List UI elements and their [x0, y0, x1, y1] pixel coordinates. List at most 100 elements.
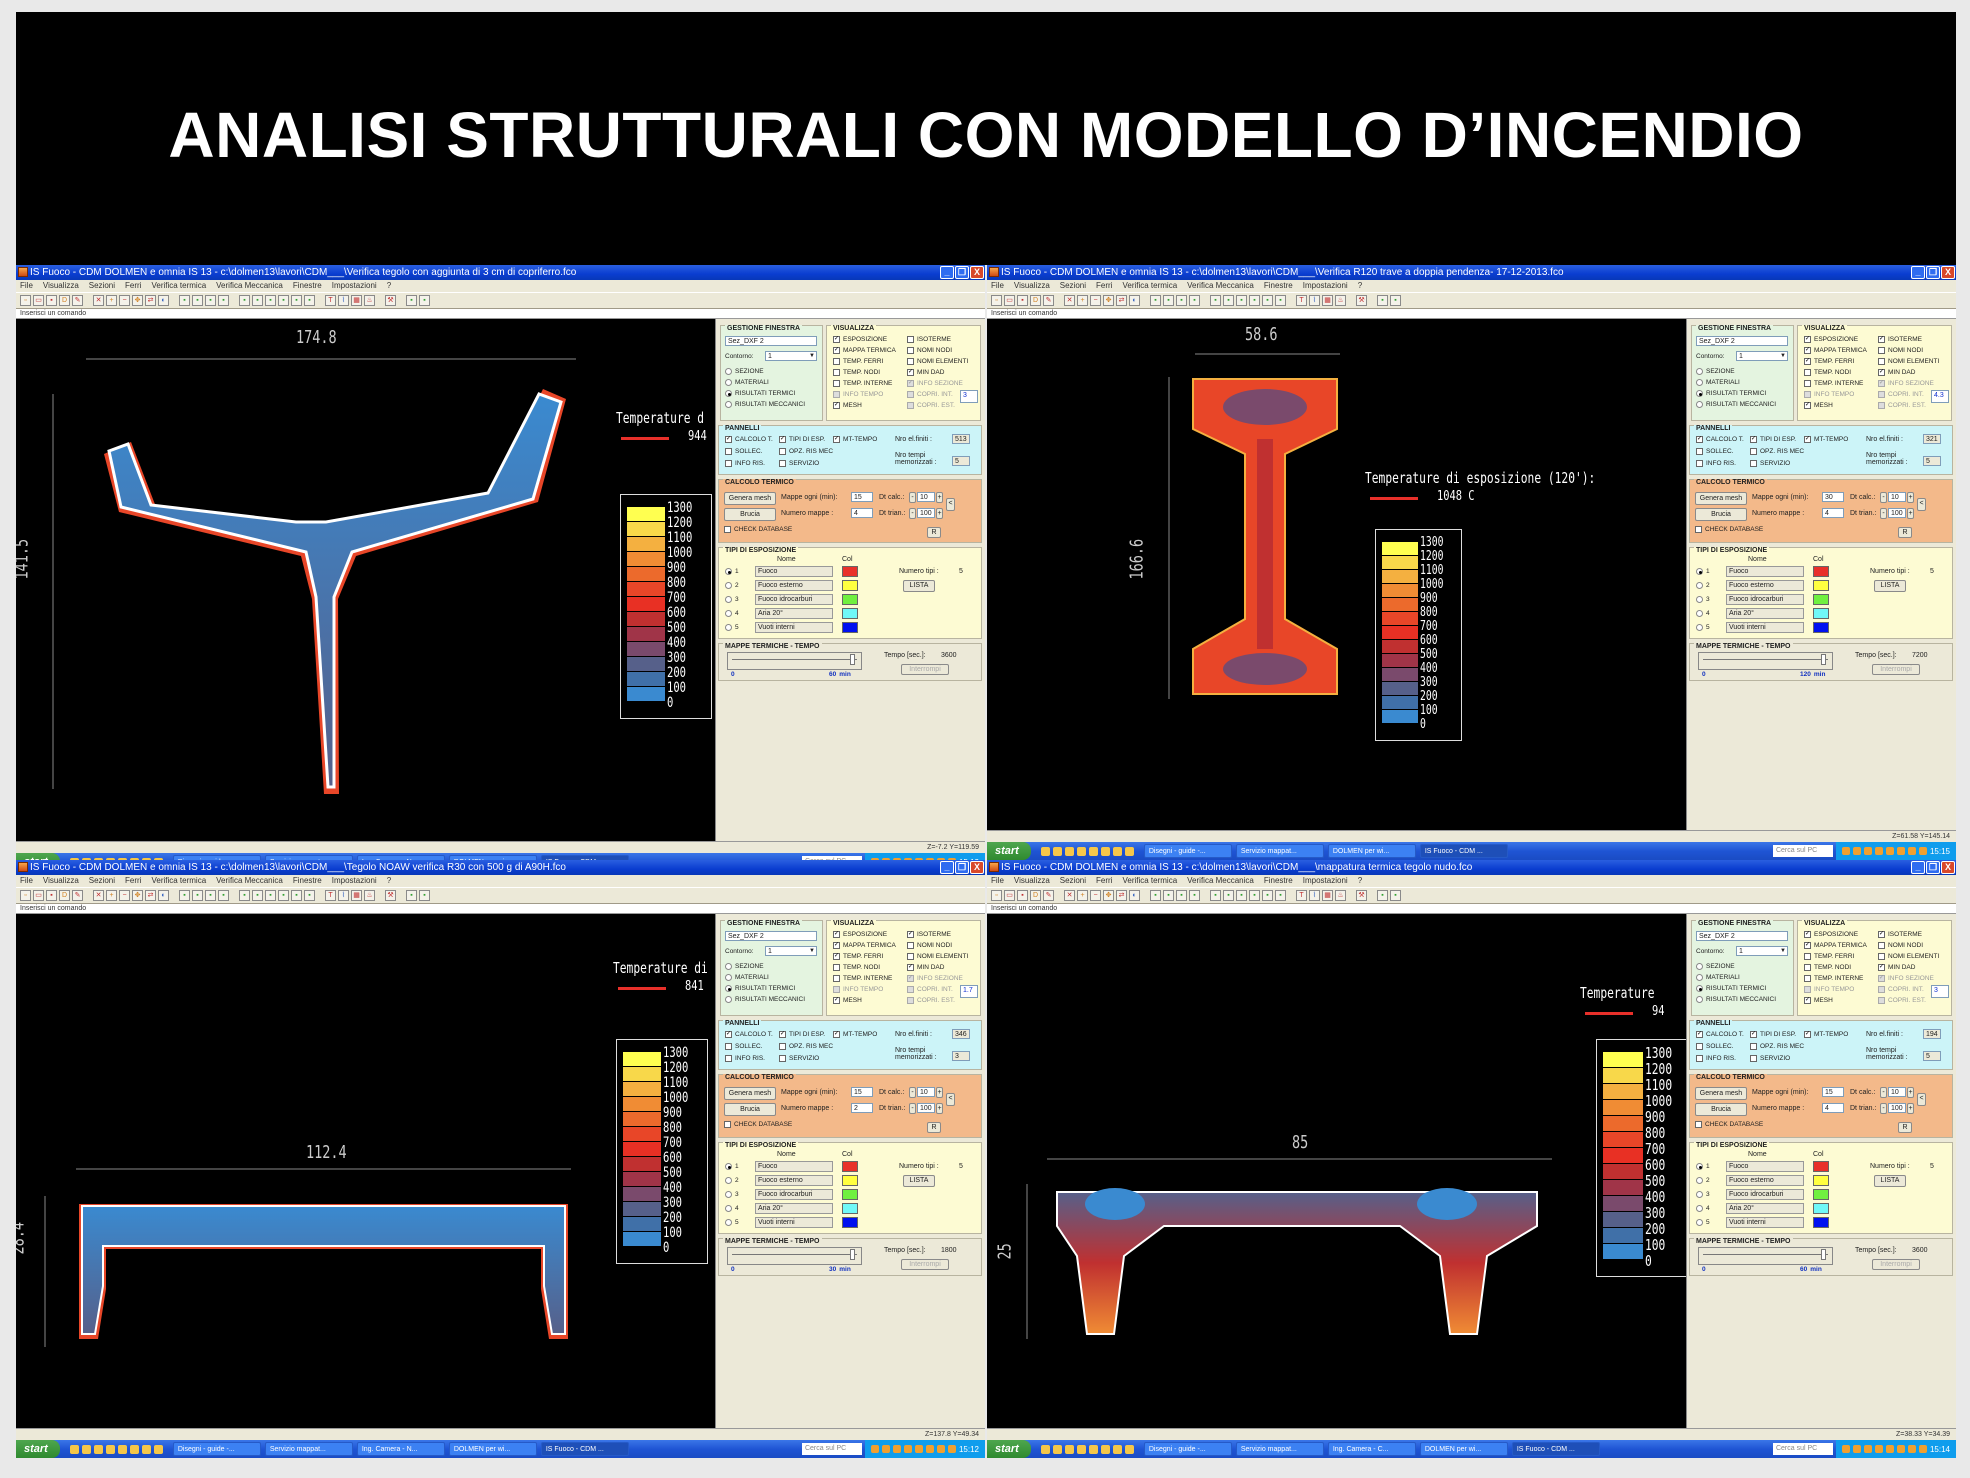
visualizza-option[interactable]: ✓ MESH: [1804, 997, 1833, 1004]
visualizza-option[interactable]: ✓ MAPPA TERMICA: [833, 942, 896, 949]
exposure-color-swatch[interactable]: [842, 566, 858, 577]
exposure-radio[interactable]: 4: [725, 610, 739, 617]
slider-thumb[interactable]: [850, 1249, 855, 1260]
checkbox[interactable]: ✓: [1804, 347, 1811, 354]
taskbar-task[interactable]: IS Fuoco - CDM ...: [1511, 1442, 1600, 1456]
n6-icon[interactable]: ▪: [304, 295, 315, 306]
view-radio[interactable]: SEZIONE: [725, 368, 764, 375]
lista-button[interactable]: LISTA: [903, 580, 935, 592]
n5-icon[interactable]: ▪: [291, 295, 302, 306]
menu-item[interactable]: Impostazioni: [1303, 280, 1348, 292]
menu-item[interactable]: File: [20, 875, 33, 887]
pannelli-option[interactable]: OPZ. RIS MEC: [779, 448, 833, 455]
view-radio[interactable]: MATERIALI: [725, 379, 769, 386]
dt-calc-input[interactable]: 10: [917, 492, 935, 502]
checkbox[interactable]: [725, 460, 732, 467]
visualizza-option[interactable]: ✓ MESH: [833, 402, 862, 409]
pannelli-option[interactable]: SOLLEC.: [1696, 1043, 1733, 1050]
view-radio[interactable]: RISULTATI MECCANICI: [1696, 401, 1776, 408]
radio-button[interactable]: [1696, 401, 1703, 408]
n1-icon[interactable]: ▪: [1210, 295, 1221, 306]
menu-item[interactable]: Ferri: [1096, 875, 1112, 887]
checkbox[interactable]: [779, 460, 786, 467]
shade-icon[interactable]: ◐: [158, 295, 169, 306]
checkbox[interactable]: ✓: [779, 436, 786, 443]
menu-item[interactable]: ?: [387, 875, 391, 887]
shade-icon[interactable]: ◐: [1129, 890, 1140, 901]
tray-icon[interactable]: [936, 1445, 945, 1453]
t1-icon[interactable]: ▪: [406, 295, 417, 306]
visualizza-option[interactable]: INFO TEMPO: [1804, 391, 1854, 398]
visualizza-option[interactable]: ✓ MAPPA TERMICA: [1804, 942, 1867, 949]
radio-button[interactable]: [725, 610, 732, 617]
checkbox[interactable]: [779, 1055, 786, 1062]
t1-icon[interactable]: ▪: [1377, 890, 1388, 901]
menu-item[interactable]: Visualizza: [43, 875, 79, 887]
exposure-radio[interactable]: 5: [725, 624, 739, 631]
checkbox[interactable]: ✓: [833, 1031, 840, 1038]
util-icon[interactable]: [129, 1444, 139, 1454]
menu-item[interactable]: Verifica termica: [1122, 280, 1177, 292]
start-button[interactable]: start: [987, 1440, 1031, 1458]
taskbar-task[interactable]: Servizio mappat...: [264, 1442, 353, 1456]
exposure-radio[interactable]: 3: [1696, 1191, 1710, 1198]
edit-icon[interactable]: ✎: [72, 295, 83, 306]
visualizza-option[interactable]: ISOTERME: [907, 336, 951, 343]
checkbox[interactable]: [725, 448, 732, 455]
numero-mappe-input[interactable]: 2: [851, 1103, 873, 1113]
mail-icon[interactable]: [1124, 846, 1134, 856]
checkbox[interactable]: [1695, 1121, 1702, 1128]
checkbox[interactable]: [1750, 1055, 1757, 1062]
minimize-button[interactable]: _: [940, 266, 954, 279]
checkbox[interactable]: ✓: [1804, 997, 1811, 1004]
tray-icon[interactable]: [1907, 1445, 1916, 1453]
view-radio[interactable]: MATERIALI: [725, 974, 769, 981]
zoom-all-icon[interactable]: ✕: [93, 890, 104, 901]
brucia-button[interactable]: Brucia: [724, 1103, 776, 1116]
pan-icon[interactable]: ✥: [1103, 295, 1114, 306]
ie-icon[interactable]: [69, 1444, 79, 1454]
open-icon[interactable]: ▭: [33, 295, 44, 306]
visualizza-option[interactable]: NOMI NODI: [1878, 347, 1923, 354]
n2-icon[interactable]: ▪: [1223, 295, 1234, 306]
checkbox[interactable]: [1696, 1055, 1703, 1062]
menu-item[interactable]: Verifica termica: [151, 875, 206, 887]
pannelli-option[interactable]: SERVIZIO: [779, 1055, 819, 1062]
radio-button[interactable]: [725, 582, 732, 589]
n3-icon[interactable]: ▪: [1236, 295, 1247, 306]
visualizza-option[interactable]: TEMP. NODI: [833, 369, 880, 376]
t1-icon[interactable]: ▪: [406, 890, 417, 901]
title-bar[interactable]: IS Fuoco - CDM DOLMEN e omnia IS 13 - c:…: [16, 860, 985, 875]
visualizza-option[interactable]: COPRI. EST.: [907, 997, 955, 1004]
checkbox[interactable]: ✓: [1696, 436, 1703, 443]
exposure-radio[interactable]: 3: [725, 596, 739, 603]
visualizza-option[interactable]: ✓ MESH: [833, 997, 862, 1004]
pannelli-option[interactable]: SERVIZIO: [779, 460, 819, 467]
n2-icon[interactable]: ▪: [1223, 890, 1234, 901]
visualizza-option[interactable]: TEMP. INTERNE: [1804, 975, 1863, 982]
tray-icon[interactable]: [881, 1445, 890, 1453]
slider-thumb[interactable]: [1821, 654, 1826, 665]
fire-icon[interactable]: ♨: [364, 295, 375, 306]
minimize-button[interactable]: _: [1911, 266, 1925, 279]
pannelli-option[interactable]: ✓ CALCOLO T.: [725, 436, 773, 443]
visualizza-option[interactable]: ✓ MIN DAD: [1878, 964, 1915, 971]
checkbox[interactable]: ✓: [907, 380, 914, 387]
exposure-color-swatch[interactable]: [1813, 1189, 1829, 1200]
visualizza-option[interactable]: ✓ MIN DAD: [907, 369, 944, 376]
n3-icon[interactable]: ▪: [265, 295, 276, 306]
checkbox[interactable]: ✓: [907, 975, 914, 982]
tray-icon[interactable]: [870, 1445, 879, 1453]
zoom-out-icon[interactable]: −: [1090, 890, 1101, 901]
visualizza-option[interactable]: NOMI ELEMENTI: [907, 358, 968, 365]
visualizza-option[interactable]: INFO TEMPO: [833, 986, 883, 993]
pannelli-option[interactable]: SERVIZIO: [1750, 460, 1790, 467]
checkbox[interactable]: ✓: [833, 336, 840, 343]
checkbox[interactable]: [833, 964, 840, 971]
visualizza-option[interactable]: ✓ MAPPA TERMICA: [833, 347, 896, 354]
g4-icon[interactable]: ▪: [218, 295, 229, 306]
n4-icon[interactable]: ▪: [278, 295, 289, 306]
tray-icon[interactable]: [1885, 1445, 1894, 1453]
exposure-radio[interactable]: 1: [1696, 568, 1710, 575]
exposure-color-swatch[interactable]: [1813, 1203, 1829, 1214]
